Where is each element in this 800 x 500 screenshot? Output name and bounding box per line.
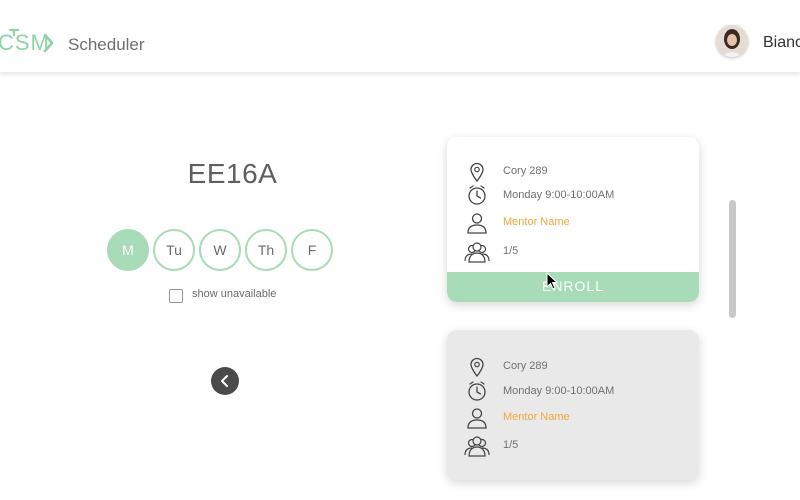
section-time-row: Monday 9:00-10:00AM [447,380,699,404]
top-nav-bar: CSM Scheduler Bianca [0,0,800,73]
day-button-thursday[interactable]: Th [245,229,287,271]
user-avatar[interactable] [716,25,748,57]
course-title: EE16A [187,158,278,189]
mouse-cursor-icon [546,272,559,290]
chevron-left-icon [221,375,228,387]
day-button-friday[interactable]: F [291,229,333,271]
section-location: Cory 289 [503,165,548,177]
section-capacity: 1/5 [503,245,519,257]
section-location-row: Cory 289 [447,355,699,379]
day-button-wednesday[interactable]: W [199,229,241,271]
clock-icon [468,381,486,401]
location-pin-icon [470,162,484,183]
back-button[interactable] [211,367,239,395]
enroll-button[interactable]: ENROLL [447,272,699,302]
show-unavailable-label[interactable]: show unavailable [192,288,276,300]
clock-icon [468,185,486,205]
section-capacity-row: 1/5 [447,434,699,458]
section-mentor: Mentor Name [503,216,570,228]
section-mentor-row: Mentor Name [447,211,699,235]
section-capacity: 1/5 [503,439,519,451]
location-pin-icon [470,357,484,378]
day-button-monday[interactable]: M [107,229,149,271]
app-title: Scheduler [68,35,145,54]
section-mentor-row: Mentor Name [447,406,699,430]
show-unavailable-checkbox[interactable] [169,289,183,303]
section-card: Cory 289 Monday 9:00-10:00AM Mentor Name… [447,330,699,480]
section-mentor: Mentor Name [503,411,570,423]
group-icon [464,436,490,457]
person-icon [467,213,487,234]
logo-text: CSM [0,30,50,55]
section-location: Cory 289 [503,360,548,372]
scrollbar-thumb[interactable] [729,200,736,318]
section-time: Monday 9:00-10:00AM [503,189,615,201]
section-time-row: Monday 9:00-10:00AM [447,184,699,208]
day-button-tuesday[interactable]: Tu [153,229,195,271]
user-name[interactable]: Bianca [763,34,800,52]
section-location-row: Cory 289 [447,160,699,184]
section-capacity-row: 1/5 [447,240,699,264]
person-icon [467,408,487,429]
section-time: Monday 9:00-10:00AM [503,385,615,397]
group-icon [464,242,490,263]
section-card: Cory 289 Monday 9:00-10:00AM Mentor Name… [447,137,699,302]
